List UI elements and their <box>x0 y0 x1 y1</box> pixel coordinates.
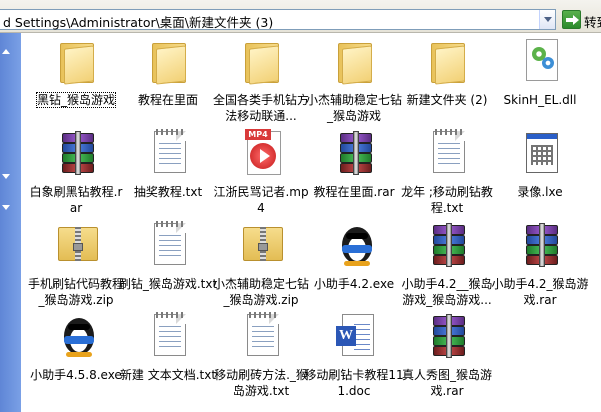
file-item-label: SkinH_EL.dll <box>503 93 577 107</box>
file-item[interactable]: 刷钻_猴岛游戏.txt <box>118 221 218 314</box>
file-item-label: 黑钻_猴岛游戏 <box>35 92 117 108</box>
file-item[interactable]: 教程在里面 <box>118 37 218 130</box>
file-item-label: 刷钻_猴岛游戏.txt <box>118 277 218 291</box>
file-item-label: 移动刷钻卡教程111.doc <box>304 368 404 398</box>
file-item-label: 教程在里面 <box>137 93 198 107</box>
file-item-label: 录像.lxe <box>517 185 563 199</box>
file-item-label: 手机刷钻代码教程_猴岛游戏.zip <box>27 277 124 307</box>
file-item-label: 小杰辅助稳定七钻_猴岛游戏.zip <box>212 277 309 307</box>
file-item[interactable]: 全国各类手机钻方法移动联通... <box>211 37 311 130</box>
file-item[interactable]: 新建文件夹 (2) <box>397 37 497 130</box>
file-item[interactable]: 小杰辅助稳定七钻_猴岛游戏 <box>304 37 404 130</box>
file-item[interactable]: 小助手4.5.8.exe <box>26 312 126 405</box>
file-item[interactable]: 龙年 ;移动刷钻教程.txt <box>397 129 497 222</box>
file-item-label: 新建文件夹 (2) <box>406 93 488 107</box>
file-item-label: 真人秀图_猴岛游戏.rar <box>401 368 492 398</box>
text-document-icon <box>150 129 190 177</box>
file-item[interactable]: 教程在里面.rar <box>304 129 404 222</box>
go-button-label[interactable]: 转到 <box>584 12 601 31</box>
file-item[interactable]: 白象刷黑钻教程.rar <box>26 129 126 222</box>
rar-archive-icon <box>336 129 376 177</box>
file-item[interactable]: 移动刷砖方法._猴岛游戏.txt <box>211 312 311 405</box>
file-item[interactable]: 手机刷钻代码教程_猴岛游戏.zip <box>26 221 126 314</box>
file-item[interactable]: 小杰辅助稳定七钻_猴岛游戏.zip <box>211 221 311 314</box>
go-arrow-icon[interactable] <box>562 10 581 29</box>
file-item[interactable]: 新建 文本文档.txt <box>118 312 218 405</box>
file-item[interactable]: SkinH_EL.dll <box>490 37 590 130</box>
folder-icon <box>150 37 190 85</box>
video-file-icon: MP4 <box>243 129 283 177</box>
rar-archive-icon <box>58 129 98 177</box>
rar-archive-icon <box>429 312 469 360</box>
file-item-label: 龙年 ;移动刷钻教程.txt <box>401 185 493 215</box>
file-item[interactable]: 小助手4.2_猴岛游戏.rar <box>490 221 590 314</box>
file-icon-view: 黑钻_猴岛游戏 教程在里面 全国各类手机钻方法移动联通... 小杰辅助稳定七钻_猴岛游… <box>21 33 601 412</box>
file-item[interactable]: 黑钻_猴岛游戏 <box>26 37 126 130</box>
zip-folder-icon <box>243 221 283 269</box>
expand-down-icon[interactable] <box>2 205 10 210</box>
word-document-icon: W <box>336 312 376 360</box>
text-document-icon <box>429 129 469 177</box>
file-item-label: 新建 文本文档.txt <box>119 368 217 382</box>
expand-down-icon[interactable] <box>2 174 10 179</box>
file-item-label: 白象刷黑钻教程.rar <box>29 185 123 215</box>
folder-icon <box>243 37 283 85</box>
address-input[interactable]: d Settings\Administrator\桌面\新建文件夹 (3) <box>0 9 556 30</box>
address-bar: d Settings\Administrator\桌面\新建文件夹 (3) 转到 <box>0 0 601 33</box>
file-item[interactable]: 抽奖教程.txt <box>118 129 218 222</box>
folder-icon <box>58 37 98 85</box>
file-item[interactable]: MP4 江浙民骂记者.mp4 <box>211 129 311 222</box>
zip-folder-icon <box>58 221 98 269</box>
file-item-label: 小杰辅助稳定七钻_猴岛游戏 <box>305 93 402 123</box>
file-item[interactable]: 小助手4.2.exe <box>304 221 404 314</box>
text-document-icon <box>150 312 190 360</box>
file-item-label: 小助手4.5.8.exe <box>30 368 122 382</box>
file-item[interactable]: 小助手4.2__猴岛游戏_猴岛游戏... <box>397 221 497 314</box>
file-item[interactable]: 录像.lxe <box>490 129 590 222</box>
file-item-label: 移动刷砖方法._猴岛游戏.txt <box>214 368 308 398</box>
file-item-label: 小助手4.2_猴岛游戏.rar <box>491 277 589 307</box>
lxe-file-icon <box>522 129 562 177</box>
dll-file-icon <box>522 37 562 85</box>
penguin-app-icon <box>336 221 376 269</box>
file-item-label: 小助手4.2.exe <box>313 277 395 291</box>
file-item-label: 全国各类手机钻方法移动联通... <box>212 93 309 123</box>
address-dropdown-button[interactable] <box>539 10 555 29</box>
address-path: d Settings\Administrator\桌面\新建文件夹 (3) <box>3 15 274 30</box>
file-item-label: 教程在里面.rar <box>313 185 395 199</box>
penguin-app-icon <box>58 312 98 360</box>
task-pane-strip <box>0 33 21 412</box>
file-item-label: 小助手4.2__猴岛游戏_猴岛游戏... <box>401 277 493 307</box>
folder-icon <box>336 37 376 85</box>
text-document-icon <box>150 221 190 269</box>
file-item-label: 江浙民骂记者.mp4 <box>213 185 309 215</box>
file-item-label: 抽奖教程.txt <box>133 185 203 199</box>
text-document-icon <box>243 312 283 360</box>
folder-icon <box>429 37 469 85</box>
collapse-up-icon[interactable] <box>2 49 10 54</box>
rar-archive-icon <box>429 221 469 269</box>
file-item[interactable]: 真人秀图_猴岛游戏.rar <box>397 312 497 405</box>
rar-archive-icon <box>522 221 562 269</box>
file-item[interactable]: W 移动刷钻卡教程111.doc <box>304 312 404 405</box>
